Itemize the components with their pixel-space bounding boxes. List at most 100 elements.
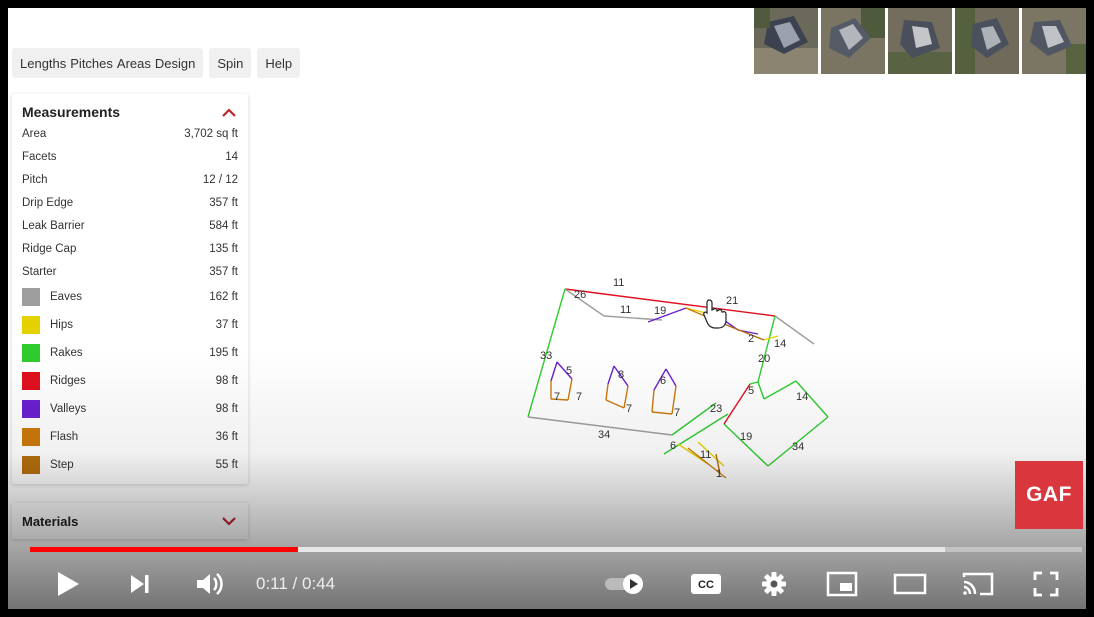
edge-type-label-group: Rakes <box>22 344 83 362</box>
edge-type-label: Valleys <box>50 403 87 415</box>
edge-type-label: Ridges <box>50 375 86 387</box>
edge-length-label: 14 <box>796 391 808 403</box>
tab-lengths[interactable]: Lengths <box>18 56 68 71</box>
measurement-row: Drip Edge 357 ft <box>12 191 248 214</box>
materials-title: Materials <box>22 513 79 529</box>
chevron-down-icon[interactable] <box>220 514 238 528</box>
roof-edge <box>651 389 655 413</box>
measurement-value: 357 ft <box>209 196 238 209</box>
fullscreen-button[interactable] <box>1024 566 1068 602</box>
aerial-thumbnail-1[interactable] <box>754 8 818 74</box>
tab-areas[interactable]: Areas <box>115 56 153 71</box>
edge-type-label-group: Hips <box>22 316 73 334</box>
color-swatch <box>22 372 40 390</box>
edge-length-label: 6 <box>670 440 676 452</box>
tab-spin[interactable]: Spin <box>215 56 245 71</box>
measurement-label: Pitch <box>22 173 48 186</box>
edge-length-label: 11 <box>700 449 711 461</box>
tab-design[interactable]: Design <box>153 56 197 71</box>
tab-help[interactable]: Help <box>263 56 294 71</box>
play-icon <box>58 572 79 596</box>
edge-type-value: 37 ft <box>215 319 238 331</box>
roof-edge <box>605 383 609 401</box>
aerial-thumbnail-5[interactable] <box>1022 8 1086 74</box>
edge-type-row[interactable]: Rakes 195 ft <box>12 339 248 367</box>
edge-type-row[interactable]: Valleys 98 ft <box>12 395 248 423</box>
edge-length-labels: 112611 19212 1433 205 8 67 77 75 142334 19346111 <box>540 277 808 480</box>
edge-length-label: 6 <box>660 375 666 387</box>
aerial-thumbnails <box>754 8 1086 74</box>
measurement-value: 12 / 12 <box>202 173 238 186</box>
color-swatch <box>22 344 40 362</box>
video-frame[interactable]: Lengths Pitches Areas Design Spin Help M… <box>8 8 1086 609</box>
roof-edge <box>757 381 765 400</box>
aerial-photo-icon <box>888 8 952 74</box>
edge-length-label: 21 <box>726 295 738 307</box>
edge-length-label: 23 <box>710 403 722 415</box>
aerial-thumbnail-4[interactable] <box>955 8 1019 74</box>
color-swatch <box>22 400 40 418</box>
edge-length-label: 19 <box>654 305 666 317</box>
edge-length-label: 20 <box>758 353 770 365</box>
measurement-value: 357 ft <box>209 265 238 278</box>
time-display: 0:11 / 0:44 <box>256 574 336 593</box>
edge-length-label: 11 <box>620 304 631 316</box>
cast-icon <box>962 572 994 596</box>
edge-type-label: Rakes <box>50 347 83 359</box>
play-button[interactable] <box>48 566 88 602</box>
measurement-value: 584 ft <box>209 219 238 232</box>
measurement-label: Leak Barrier <box>22 219 85 232</box>
edge-type-value: 55 ft <box>215 459 238 471</box>
tab-group: Lengths Pitches Areas Design <box>12 48 204 78</box>
roof-edge <box>564 288 776 317</box>
edge-length-label: 34 <box>598 429 610 441</box>
measurements-header[interactable]: Measurements <box>12 94 248 122</box>
roof-edge <box>567 378 573 401</box>
settings-button[interactable] <box>752 566 796 602</box>
closed-captions-icon: CC <box>691 574 721 594</box>
aerial-photo-icon <box>754 8 818 74</box>
theater-mode-button[interactable] <box>888 566 932 602</box>
measurement-value: 3,702 sq ft <box>184 127 238 140</box>
edge-type-row[interactable]: Eaves 162 ft <box>12 283 248 311</box>
edge-type-value: 36 ft <box>215 431 238 443</box>
measurement-label: Facets <box>22 150 57 163</box>
progress-bar[interactable] <box>30 547 1082 552</box>
edge-type-row[interactable]: Flash 36 ft <box>12 423 248 451</box>
edge-length-label: 14 <box>774 338 786 350</box>
next-button[interactable] <box>120 566 160 602</box>
aerial-thumbnail-2[interactable] <box>821 8 885 74</box>
cast-button[interactable] <box>956 566 1000 602</box>
chevron-up-icon[interactable] <box>220 105 238 119</box>
tab-pitches[interactable]: Pitches <box>68 56 115 71</box>
edge-type-label: Hips <box>50 319 74 331</box>
measurements-panel: Measurements Area 3,702 sq ft Facets 14 Pitc… <box>12 94 248 484</box>
autoplay-toggle[interactable] <box>600 566 650 602</box>
measurement-list: Area 3,702 sq ft Facets 14 Pitch 12 / 12 Drip … <box>12 122 248 479</box>
measurement-label: Ridge Cap <box>22 242 77 255</box>
color-swatch <box>22 288 40 306</box>
autoplay-toggle-icon <box>605 574 643 594</box>
materials-section[interactable]: Materials <box>12 503 248 539</box>
miniplayer-button[interactable] <box>820 566 864 602</box>
gaf-logo: GAF <box>1015 461 1083 529</box>
color-swatch <box>22 316 40 334</box>
captions-button[interactable]: CC <box>684 566 728 602</box>
measurement-row: Starter 357 ft <box>12 260 248 283</box>
edge-type-row[interactable]: Step 55 ft <box>12 451 248 479</box>
edge-type-value: 162 ft <box>209 291 238 303</box>
volume-button[interactable] <box>188 566 232 602</box>
edge-type-row[interactable]: Ridges 98 ft <box>12 367 248 395</box>
roof-edge <box>607 365 615 385</box>
aerial-photo-icon <box>821 8 885 74</box>
spin-tab-group: Spin <box>209 48 252 78</box>
roof-wireframe[interactable]: 112611 19212 1433 205 8 67 77 75 142334 19346111 <box>268 94 1086 609</box>
roof-edge <box>757 315 776 383</box>
edge-type-row[interactable]: Hips 37 ft <box>12 311 248 339</box>
aerial-photo-icon <box>955 8 1019 74</box>
edge-length-label: 5 <box>748 385 754 397</box>
roof-diagram-viewer[interactable]: 11 26 11 19 21 2 14 33 20 5 8 6 7 7 7 7 5 14 23 34 19 34 6 11 1 <box>268 94 1086 609</box>
edge-type-label: Flash <box>50 431 79 443</box>
aerial-thumbnail-3[interactable] <box>888 8 952 74</box>
edge-length-label: 26 <box>574 289 586 301</box>
